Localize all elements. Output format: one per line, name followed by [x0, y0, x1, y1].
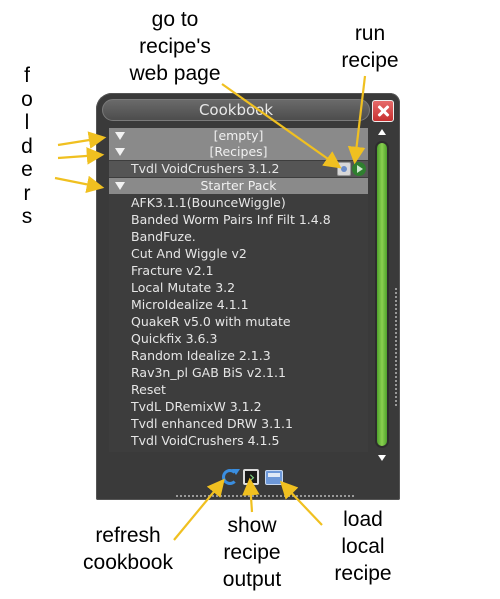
recipe-item[interactable]: QuakeR v5.0 with mutate — [109, 314, 368, 330]
recipe-label: MicroIdealize 4.1.1 — [131, 297, 249, 312]
recipe-label: QuakeR v5.0 with mutate — [131, 314, 291, 329]
recipe-item[interactable]: Quickfix 3.6.3 — [109, 331, 368, 347]
recipe-item[interactable]: Cut And Wiggle v2 — [109, 246, 368, 262]
recipe-label: Cut And Wiggle v2 — [131, 246, 247, 261]
scroll-up-arrow-icon[interactable] — [378, 129, 386, 135]
resize-grip-side[interactable] — [395, 288, 397, 408]
recipe-item[interactable]: Local Mutate 3.2 — [109, 280, 368, 296]
run-recipe-icon[interactable] — [352, 162, 366, 176]
terminal-icon[interactable] — [243, 469, 259, 485]
cookbook-window: Cookbook [empty] [Recipes] Tvdl VoidCrus… — [96, 93, 400, 500]
folder-icon[interactable] — [265, 470, 283, 485]
expand-triangle-icon[interactable] — [115, 132, 125, 140]
recipe-item[interactable]: Tvdl enhanced DRW 3.1.1 — [109, 416, 368, 432]
recipe-label: AFK3.1.1(BounceWiggle) — [131, 195, 286, 210]
recipe-item[interactable]: Tvdl VoidCrushers 4.1.5 — [109, 433, 368, 449]
recipe-label: Rav3n_pl GAB BiS v2.1.1 — [131, 365, 286, 380]
recipe-label: Quickfix 3.6.3 — [131, 331, 218, 346]
recipe-label: Local Mutate 3.2 — [131, 280, 236, 295]
recipe-label: TvdL DRemixW 3.1.2 — [131, 399, 262, 414]
recipe-label: Reset — [131, 382, 166, 397]
title-bar[interactable]: Cookbook — [102, 99, 370, 121]
close-button[interactable] — [372, 100, 394, 122]
folder-starter-pack[interactable]: Starter Pack — [109, 178, 368, 194]
recipe-label: BandFuze. — [131, 229, 196, 244]
scrollbar-thumb[interactable] — [377, 143, 387, 446]
recipe-label: Fracture v2.1 — [131, 263, 214, 278]
window-title: Cookbook — [198, 101, 274, 119]
folder-label: Starter Pack — [200, 178, 277, 193]
folder-recipes[interactable]: [Recipes] — [109, 144, 368, 160]
recipe-item[interactable]: Tvdl VoidCrushers 3.1.2 — [109, 161, 368, 177]
recipe-label: Tvdl enhanced DRW 3.1.1 — [131, 416, 293, 431]
annotation-folders: folders — [21, 64, 33, 228]
recipe-item[interactable]: Reset — [109, 382, 368, 398]
annotation-show-recipe-output: show recipe output — [222, 514, 282, 591]
recipe-item[interactable]: Random Idealize 2.1.3 — [109, 348, 368, 364]
web-page-icon[interactable] — [337, 162, 351, 176]
recipe-item[interactable]: TvdL DRemixW 3.1.2 — [109, 399, 368, 415]
refresh-icon[interactable] — [222, 469, 240, 485]
recipe-item[interactable]: Fracture v2.1 — [109, 263, 368, 279]
annotation-run-recipe: run recipe — [341, 22, 399, 72]
recipe-list: [empty] [Recipes] Tvdl VoidCrushers 3.1.… — [109, 128, 368, 452]
folder-label: [Recipes] — [209, 144, 268, 159]
expand-triangle-icon[interactable] — [115, 182, 125, 190]
arrow-folder-3 — [54, 175, 105, 194]
recipe-item[interactable]: AFK3.1.1(BounceWiggle) — [109, 195, 368, 211]
recipe-item[interactable]: BandFuze. — [109, 229, 368, 245]
arrow-folder-2 — [57, 147, 105, 165]
folder-label: [empty] — [213, 128, 264, 143]
scroll-down-arrow-icon[interactable] — [378, 455, 386, 461]
recipe-label: Random Idealize 2.1.3 — [131, 348, 271, 363]
recipe-item[interactable]: Rav3n_pl GAB BiS v2.1.1 — [109, 365, 368, 381]
recipe-label: Tvdl VoidCrushers 4.1.5 — [131, 433, 280, 448]
recipe-item[interactable]: Banded Worm Pairs Inf Filt 1.4.8 — [109, 212, 368, 228]
resize-grip-bottom[interactable] — [176, 495, 356, 497]
recipe-label: Tvdl VoidCrushers 3.1.2 — [131, 161, 280, 176]
recipe-label: Banded Worm Pairs Inf Filt 1.4.8 — [131, 212, 331, 227]
recipe-item[interactable]: MicroIdealize 4.1.1 — [109, 297, 368, 313]
expand-triangle-icon[interactable] — [115, 148, 125, 156]
folder-empty[interactable]: [empty] — [109, 128, 368, 144]
annotation-refresh-cookbook: refresh cookbook — [83, 524, 173, 574]
annotation-go-to-web-page: go to recipe's web page — [129, 8, 221, 85]
annotation-load-local-recipe: load local recipe — [334, 508, 392, 585]
